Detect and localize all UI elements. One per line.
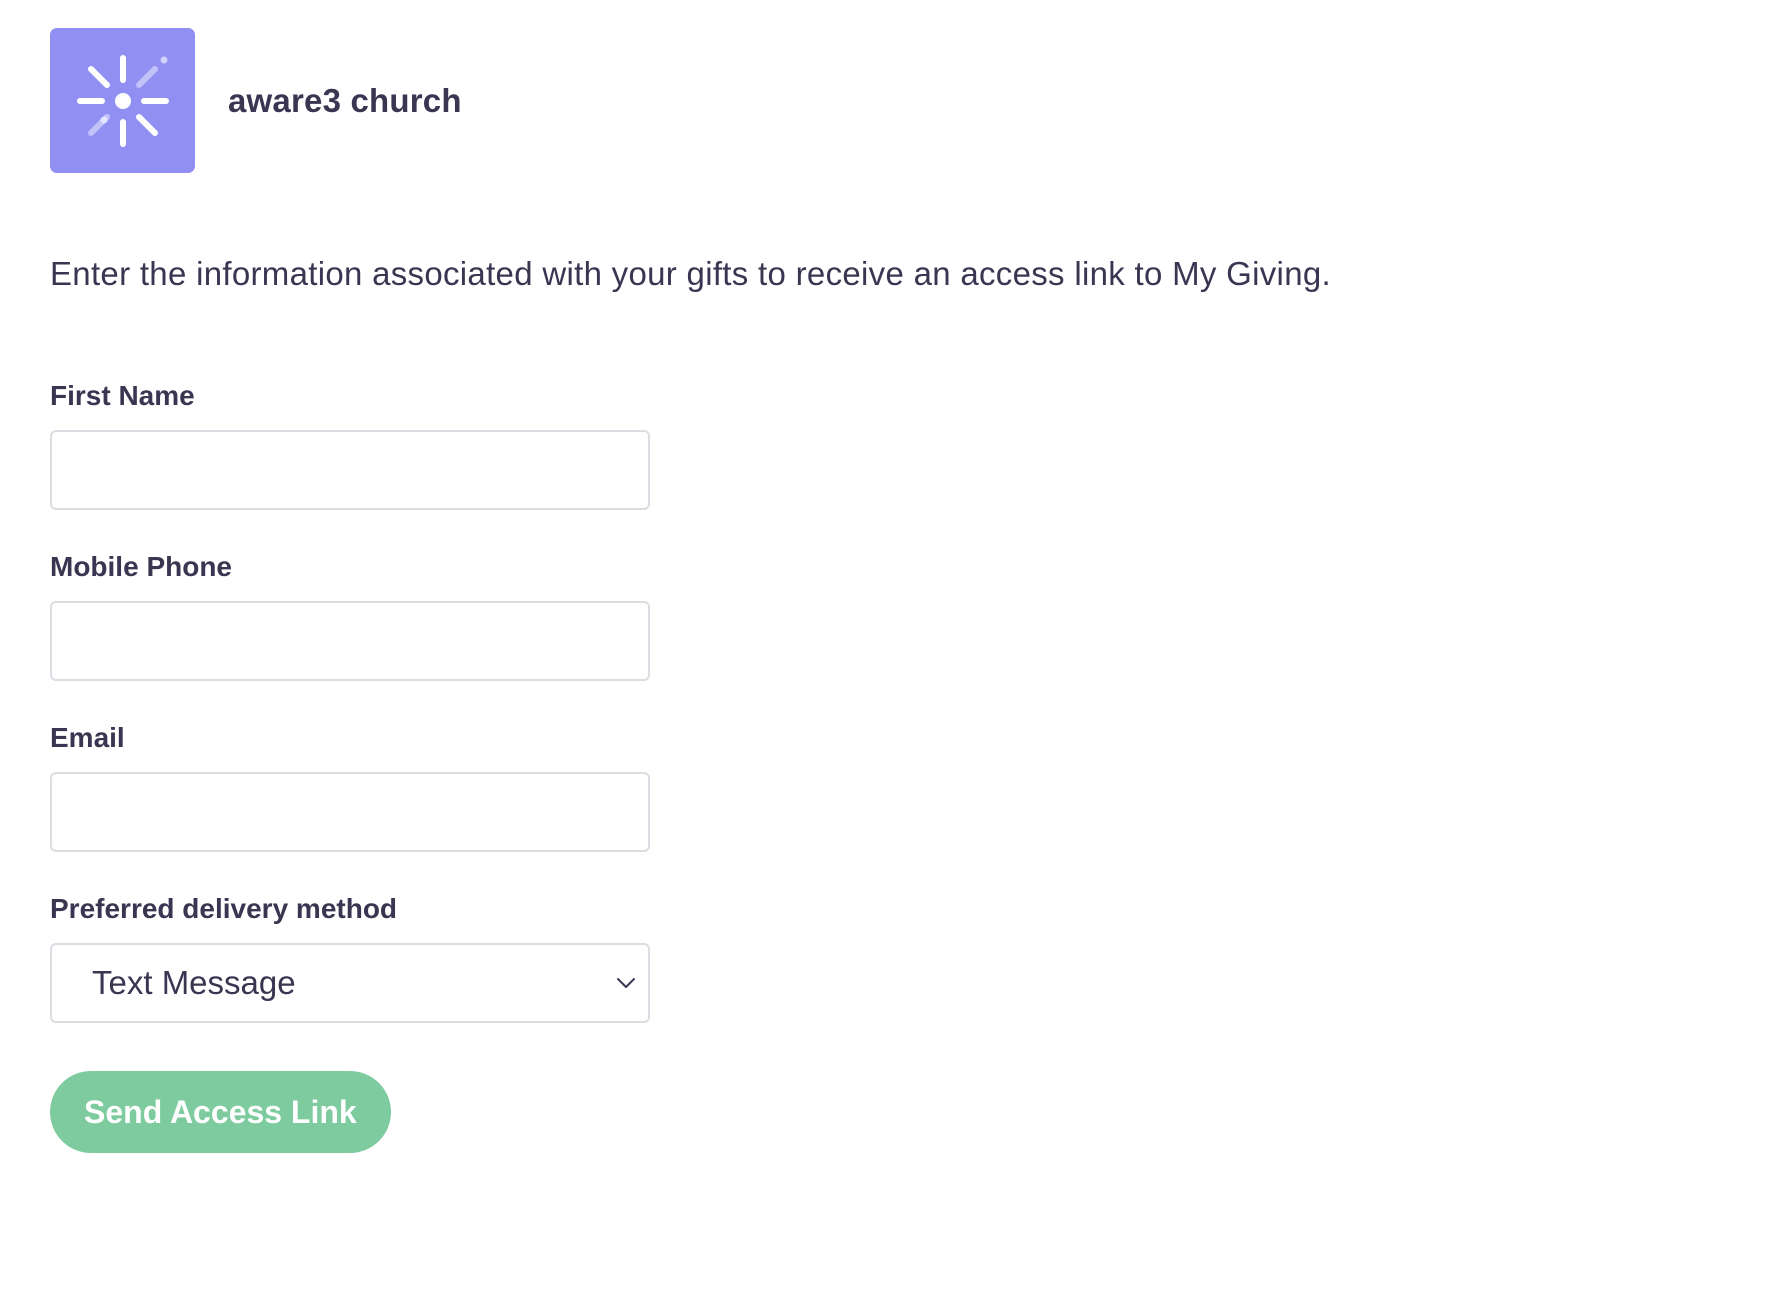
mobile-phone-field-group: Mobile Phone xyxy=(50,550,650,681)
church-logo xyxy=(50,28,195,173)
delivery-method-field-group: Preferred delivery method Text Message xyxy=(50,892,650,1023)
page: aware3 church Enter the information asso… xyxy=(50,28,1740,1153)
delivery-method-select[interactable]: Text Message xyxy=(50,943,650,1023)
email-field-group: Email xyxy=(50,721,650,852)
email-input[interactable] xyxy=(50,772,650,852)
first-name-field-group: First Name xyxy=(50,379,650,510)
intro-text: Enter the information associated with yo… xyxy=(50,255,1331,292)
organization-name: aware3 church xyxy=(228,81,462,119)
first-name-label: First Name xyxy=(50,380,195,411)
first-name-input[interactable] xyxy=(50,430,650,510)
header: aware3 church xyxy=(50,28,1740,173)
send-access-link-button[interactable]: Send Access Link xyxy=(50,1071,391,1153)
email-label: Email xyxy=(50,722,125,753)
access-link-form: First Name Mobile Phone Email Preferred … xyxy=(50,379,650,1153)
starburst-icon xyxy=(76,54,169,147)
chevron-down-icon xyxy=(614,971,638,995)
delivery-method-selected-value: Text Message xyxy=(92,964,296,1001)
mobile-phone-input[interactable] xyxy=(50,601,650,681)
mobile-phone-label: Mobile Phone xyxy=(50,551,232,582)
delivery-method-label: Preferred delivery method xyxy=(50,893,398,924)
